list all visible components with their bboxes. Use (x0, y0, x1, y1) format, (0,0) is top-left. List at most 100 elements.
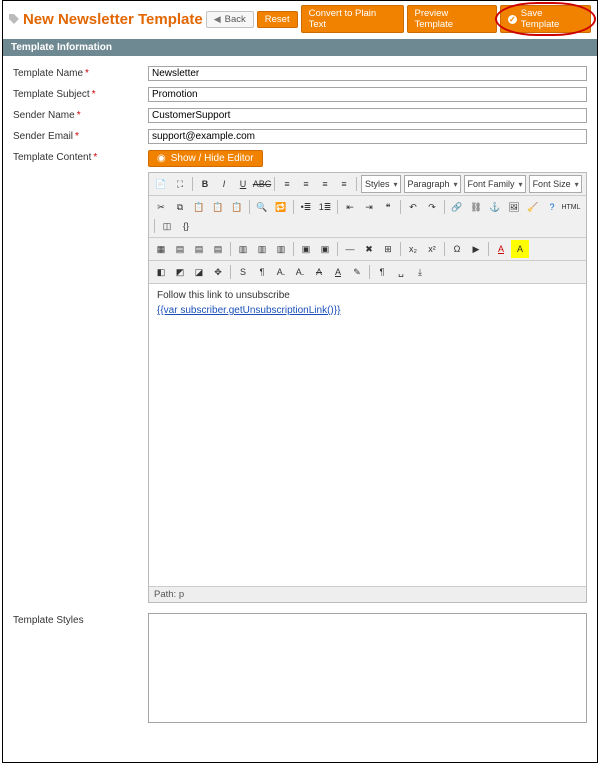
save-template-button[interactable]: ✓ Save Template (500, 5, 591, 33)
label-template-content: Template Content* (13, 150, 148, 163)
visual-aid-icon[interactable]: ⊞ (379, 240, 397, 258)
table-delete-row-icon[interactable]: ▤ (209, 240, 227, 258)
preview-button[interactable]: Preview Template (407, 5, 497, 33)
row-sender-name: Sender Name* (13, 108, 587, 123)
paste-word-icon[interactable]: 📋 (228, 198, 246, 216)
absolute-icon[interactable]: ✥ (209, 263, 227, 281)
textarea-template-styles[interactable] (148, 613, 587, 723)
merge-cells-icon[interactable]: ▣ (297, 240, 315, 258)
html-icon[interactable]: HTML (562, 198, 580, 216)
strike-icon[interactable]: ABC (253, 175, 271, 193)
label-template-subject: Template Subject* (13, 87, 148, 100)
row-sender-email: Sender Email* (13, 129, 587, 144)
align-right-icon[interactable]: ≡ (316, 175, 334, 193)
back-button[interactable]: ◀ Back (206, 11, 254, 28)
layer-icon[interactable]: ◧ (152, 263, 170, 281)
media-icon[interactable]: ▶ (467, 240, 485, 258)
image-icon[interactable]: 🖼 (505, 198, 523, 216)
sub-icon[interactable]: x₂ (404, 240, 422, 258)
input-template-subject[interactable] (148, 87, 587, 102)
blockquote-icon[interactable]: ❝ (379, 198, 397, 216)
paste-text-icon[interactable]: 📋 (209, 198, 227, 216)
align-justify-icon[interactable]: ≡ (335, 175, 353, 193)
input-template-name[interactable] (148, 66, 587, 81)
cut-icon[interactable]: ✂ (152, 198, 170, 216)
back-arrow-icon: ◀ (214, 14, 221, 25)
styles-select[interactable]: Styles (361, 175, 401, 193)
abbr-icon[interactable]: A. (272, 263, 290, 281)
table-icon[interactable]: ▦ (152, 240, 170, 258)
underline-icon[interactable]: U (234, 175, 252, 193)
remove-format-icon[interactable]: ✖ (360, 240, 378, 258)
font-size-select[interactable]: Font Size (529, 175, 582, 193)
anchor-icon[interactable]: ⚓ (486, 198, 504, 216)
cleanup-icon[interactable]: 🧹 (524, 198, 542, 216)
italic-icon[interactable]: I (215, 175, 233, 193)
toggle-editor-label: Show / Hide Editor (171, 153, 254, 164)
indent-icon[interactable]: ⇥ (360, 198, 378, 216)
bullet-list-icon[interactable]: •≣ (297, 198, 315, 216)
paste-icon[interactable]: 📋 (190, 198, 208, 216)
bold-icon[interactable]: B (196, 175, 214, 193)
new-document-icon[interactable]: 📄 (152, 175, 170, 193)
table-row-before-icon[interactable]: ▤ (171, 240, 189, 258)
copy-icon[interactable]: ⧉ (171, 198, 189, 216)
font-family-select[interactable]: Font Family (464, 175, 526, 193)
eye-icon: ◉ (157, 153, 166, 164)
table-col-before-icon[interactable]: ▥ (234, 240, 252, 258)
forecolor-icon[interactable]: A (492, 240, 510, 258)
nbsp-icon[interactable]: ␣ (392, 263, 410, 281)
page-title: New Newsletter Template (23, 11, 203, 28)
replace-icon[interactable]: 🔁 (272, 198, 290, 216)
visualchars-icon[interactable]: ¶ (373, 263, 391, 281)
row-template-name: Template Name* (13, 66, 587, 81)
cite-icon[interactable]: ¶ (253, 263, 271, 281)
number-list-icon[interactable]: 1≣ (316, 198, 334, 216)
toolbar-row-4: ◧ ◩ ◪ ✥ S ¶ A. A. A A ✎ ¶ ␣ (149, 261, 586, 284)
canvas-unsubscribe-link[interactable]: {{var subscriber.getUnsubscriptionLink()… (157, 305, 340, 316)
hr-icon[interactable]: — (341, 240, 359, 258)
widget-icon[interactable]: ◫ (158, 217, 176, 235)
ins-icon[interactable]: A (329, 263, 347, 281)
sup-icon[interactable]: x² (423, 240, 441, 258)
reset-button[interactable]: Reset (257, 11, 298, 28)
tag-icon (9, 14, 19, 24)
redo-icon[interactable]: ↷ (423, 198, 441, 216)
canvas-text-line: Follow this link to unsubscribe (157, 290, 578, 301)
find-icon[interactable]: 🔍 (253, 198, 271, 216)
layer-back-icon[interactable]: ◪ (190, 263, 208, 281)
input-sender-name[interactable] (148, 108, 587, 123)
split-cells-icon[interactable]: ▣ (316, 240, 334, 258)
backcolor-icon[interactable]: A (511, 240, 529, 258)
attribs-icon[interactable]: ✎ (348, 263, 366, 281)
layer-forward-icon[interactable]: ◩ (171, 263, 189, 281)
unlink-icon[interactable]: ⛓ (467, 198, 485, 216)
table-col-after-icon[interactable]: ▥ (253, 240, 271, 258)
section-header: Template Information (3, 39, 597, 56)
convert-button[interactable]: Convert to Plain Text (301, 5, 404, 33)
variable-icon[interactable]: {} (177, 217, 195, 235)
align-center-icon[interactable]: ≡ (297, 175, 315, 193)
row-template-styles: Template Styles (13, 613, 587, 726)
input-sender-email[interactable] (148, 129, 587, 144)
outdent-icon[interactable]: ⇤ (341, 198, 359, 216)
table-delete-col-icon[interactable]: ▥ (272, 240, 290, 258)
format-select[interactable]: Paragraph (404, 175, 461, 193)
align-left-icon[interactable]: ≡ (278, 175, 296, 193)
pagebreak-icon[interactable]: ⤓ (411, 263, 429, 281)
rich-text-editor: 📄 ⛶ B I U ABC ≡ ≡ ≡ ≡ Styles (148, 172, 587, 603)
style-props-icon[interactable]: S (234, 263, 252, 281)
label-sender-email: Sender Email* (13, 129, 148, 142)
help-icon[interactable]: ? (543, 198, 561, 216)
editor-canvas[interactable]: Follow this link to unsubscribe {{var su… (149, 284, 586, 586)
acronym-icon[interactable]: A. (291, 263, 309, 281)
path-label: Path: (154, 589, 176, 600)
toggle-editor-button[interactable]: ◉ Show / Hide Editor (148, 150, 263, 167)
undo-icon[interactable]: ↶ (404, 198, 422, 216)
link-icon[interactable]: 🔗 (448, 198, 466, 216)
check-icon: ✓ (508, 15, 517, 24)
fullscreen-icon[interactable]: ⛶ (171, 175, 189, 193)
table-row-after-icon[interactable]: ▤ (190, 240, 208, 258)
charmap-icon[interactable]: Ω (448, 240, 466, 258)
del-icon[interactable]: A (310, 263, 328, 281)
